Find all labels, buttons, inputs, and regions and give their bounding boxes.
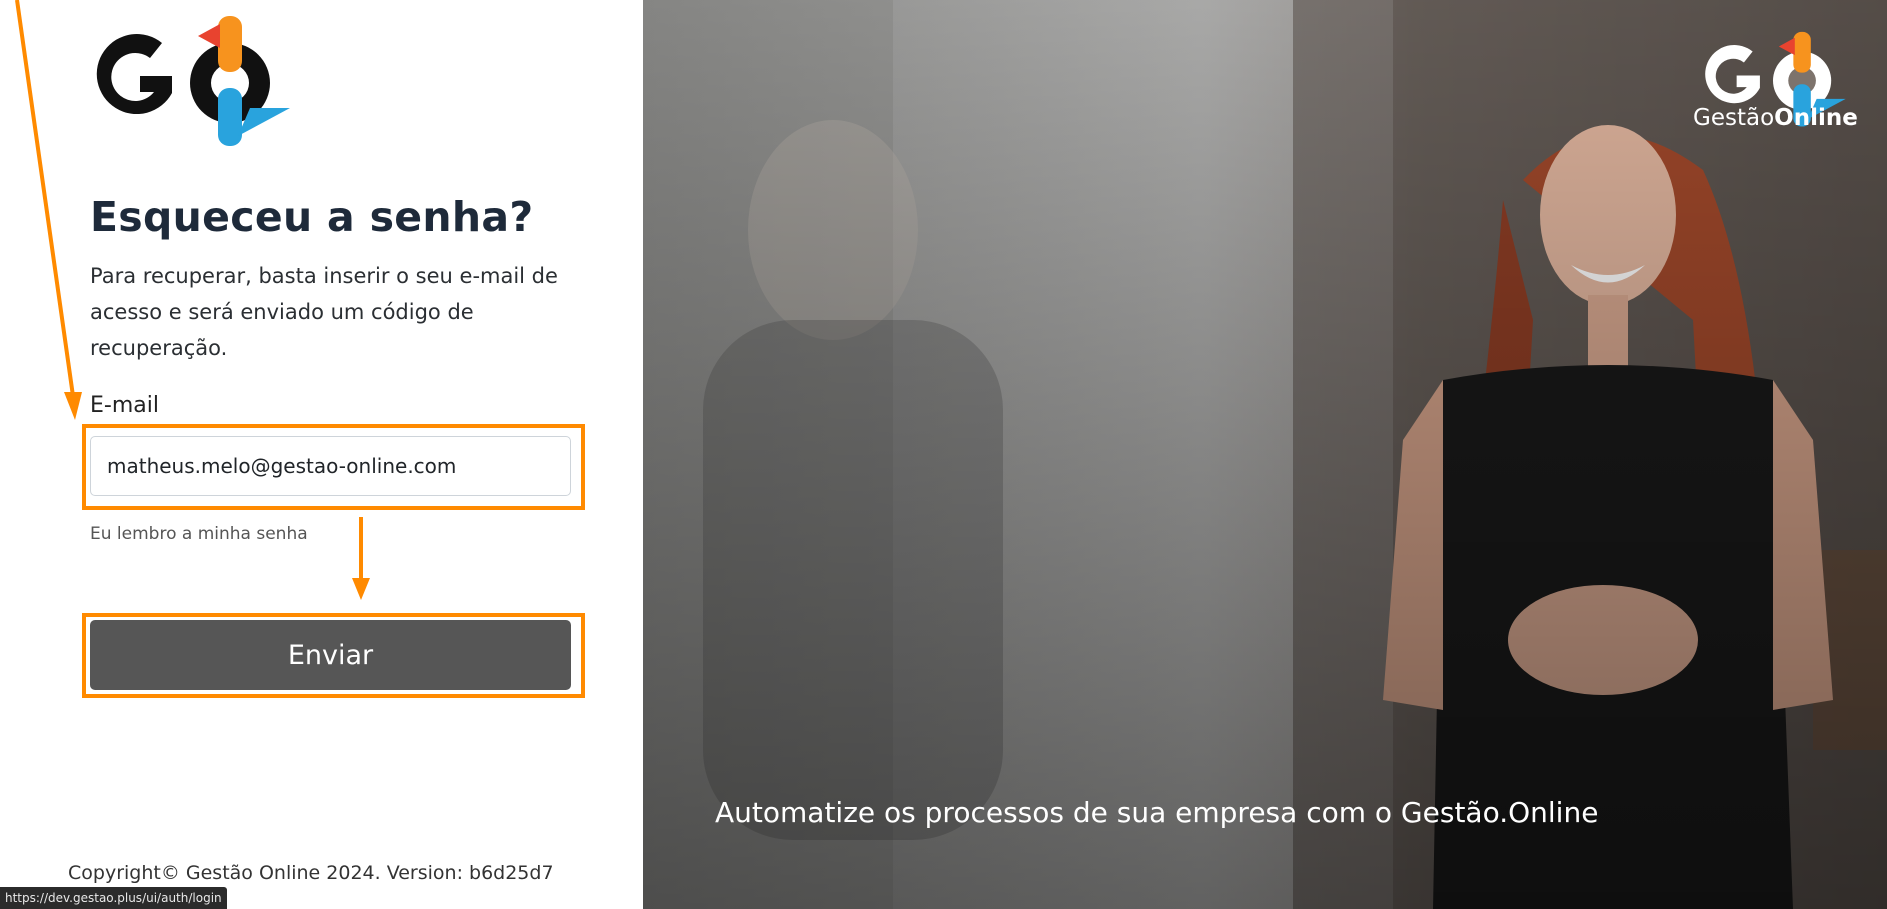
go-logo [96,16,290,146]
hero-image [643,0,1887,909]
login-panel: Esqueceu a senha? Para recuperar, basta … [0,0,643,909]
brand-wordmark: GestãoOnline [1693,105,1858,131]
remember-password-link[interactable]: Eu lembro a minha senha [90,524,308,544]
page-title: Esqueceu a senha? [90,193,534,241]
submit-button[interactable]: Enviar [90,620,571,690]
hero-panel: GestãoOnline Automatize os processos de … [643,0,1887,909]
browser-status-url: https://dev.gestao.plus/ui/auth/login [0,887,227,909]
email-label: E-mail [90,393,159,418]
page-subtitle: Para recuperar, basta inserir o seu e-ma… [90,264,558,360]
brand-suffix: Online [1774,105,1858,131]
hero-tagline: Automatize os processos de sua empresa c… [715,796,1599,829]
copyright-text: Copyright© Gestão Online 2024. Version: … [68,862,554,884]
email-field[interactable] [90,436,571,496]
brand-prefix: Gestão [1693,105,1775,131]
